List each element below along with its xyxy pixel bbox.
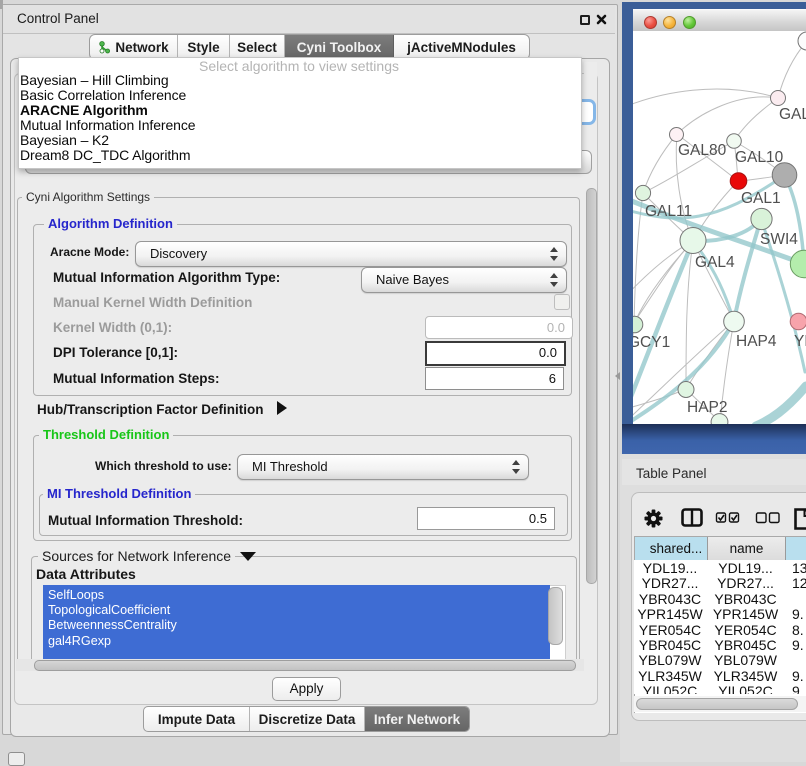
svg-text:GAL80: GAL80	[678, 142, 727, 159]
svg-text:GAL4: GAL4	[695, 254, 735, 271]
svg-text:HAP2: HAP2	[687, 399, 728, 416]
svg-text:HAP4: HAP4	[736, 333, 777, 350]
svg-text:GAL11: GAL11	[645, 203, 692, 220]
svg-text:GCY1: GCY1	[633, 334, 670, 351]
svg-text:GAL1: GAL1	[741, 190, 781, 207]
svg-text:YM: YM	[794, 333, 806, 350]
svg-text:SWI4: SWI4	[760, 231, 798, 248]
svg-text:GAL10: GAL10	[735, 149, 784, 166]
svg-text:GAL7: GAL7	[779, 106, 806, 123]
